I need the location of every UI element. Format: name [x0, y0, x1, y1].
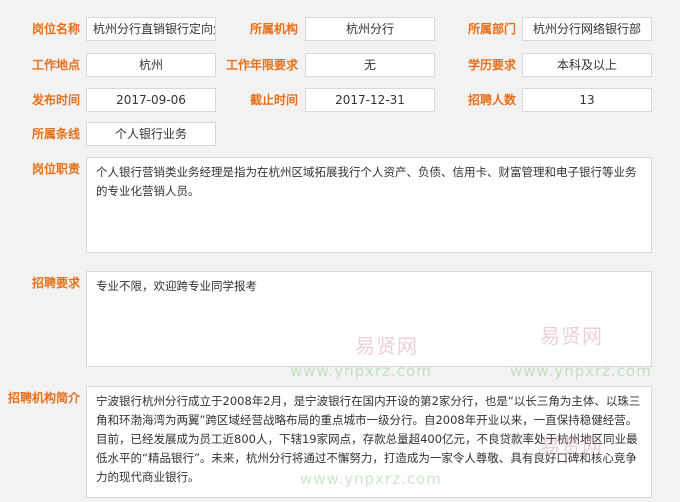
post-name-label: 岗位名称 [31, 22, 80, 36]
deadline-field: 2017-12-31 [305, 88, 435, 112]
years-req-field: 无 [305, 53, 435, 77]
edu-req-field: 本科及以上 [522, 53, 652, 77]
deadline-label: 截止时间 [249, 93, 298, 107]
years-req-label: 工作年限要求 [225, 58, 298, 72]
org-intro-label: 招聘机构简介 [7, 391, 80, 405]
dept-field: 杭州分行网络银行部 [522, 17, 652, 41]
duty-textarea: 个人银行营销类业务经理是指为在杭州区域拓展我行个人资产、负债、信用卡、财富管理和… [86, 157, 652, 253]
post-name-field: 杭州分行直销银行定向生 [86, 17, 216, 41]
requirement-textarea: 专业不限，欢迎跨专业同学报考 [86, 271, 652, 367]
line-field: 个人银行业务 [86, 122, 216, 146]
headcount-label: 招聘人数 [467, 93, 516, 107]
duty-label: 岗位职责 [31, 162, 80, 176]
job-detail-page: 岗位名称 杭州分行直销银行定向生 所属机构 杭州分行 所属部门 杭州分行网络银行… [0, 0, 680, 502]
org-field: 杭州分行 [305, 17, 435, 41]
dept-label: 所属部门 [467, 22, 516, 36]
location-field: 杭州 [86, 53, 216, 77]
publish-time-label: 发布时间 [31, 93, 80, 107]
publish-time-field: 2017-09-06 [86, 88, 216, 112]
edu-req-label: 学历要求 [467, 58, 516, 72]
requirement-label: 招聘要求 [31, 276, 80, 290]
location-label: 工作地点 [31, 58, 80, 72]
org-label: 所属机构 [249, 22, 298, 36]
headcount-field: 13 [522, 88, 652, 112]
org-intro-textarea: 宁波银行杭州分行成立于2008年2月，是宁波银行在国内开设的第2家分行，也是“以… [86, 386, 652, 498]
line-label: 所属条线 [31, 127, 80, 141]
